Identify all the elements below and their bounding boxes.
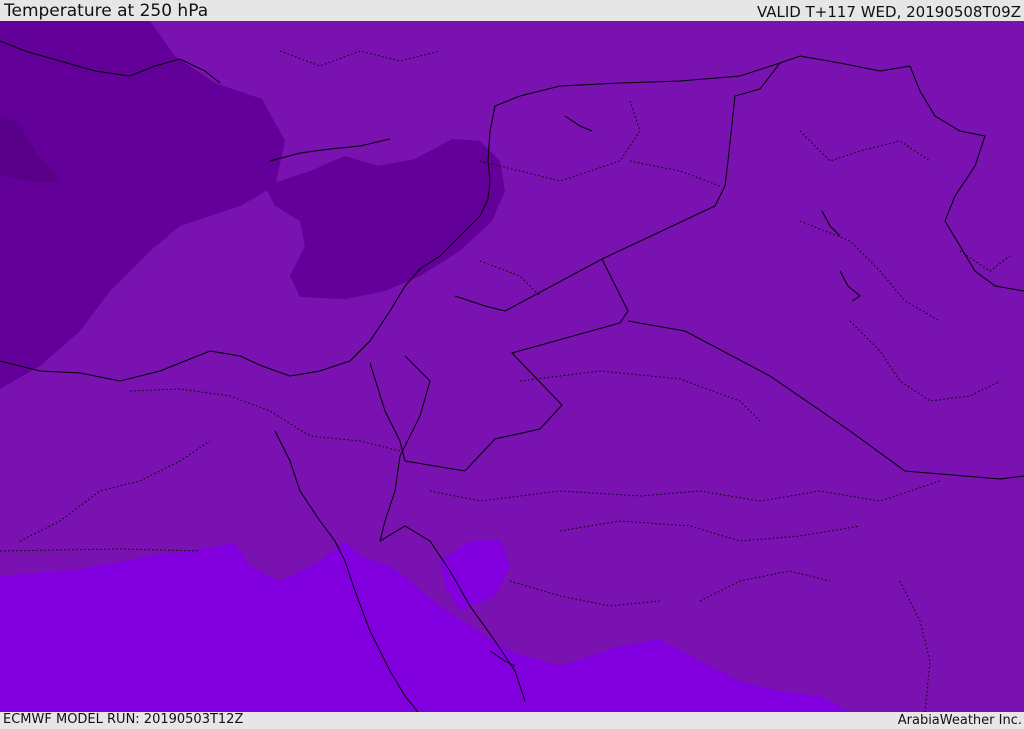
map-footer: ECMWF MODEL RUN: 20190503T12Z ArabiaWeat… bbox=[0, 712, 1024, 729]
credit: ArabiaWeather Inc. bbox=[897, 713, 1022, 728]
model-run: ECMWF MODEL RUN: 20190503T12Z bbox=[3, 712, 244, 727]
map-header: Temperature at 250 hPa VALID T+117 WED, … bbox=[0, 0, 1024, 21]
weather-map[interactable] bbox=[0, 21, 1024, 712]
map-canvas bbox=[0, 21, 1024, 712]
valid-time: VALID T+117 WED, 20190508T09Z bbox=[756, 3, 1021, 21]
map-title: Temperature at 250 hPa bbox=[4, 1, 209, 21]
